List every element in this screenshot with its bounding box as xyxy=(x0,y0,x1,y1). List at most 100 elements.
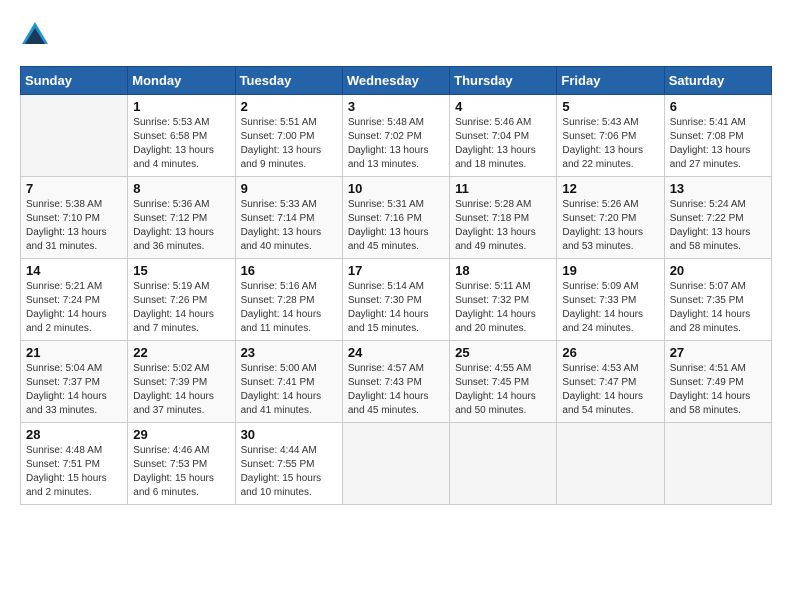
calendar-week-row: 14Sunrise: 5:21 AM Sunset: 7:24 PM Dayli… xyxy=(21,259,772,341)
day-number: 11 xyxy=(455,181,551,196)
day-number: 25 xyxy=(455,345,551,360)
calendar-week-row: 28Sunrise: 4:48 AM Sunset: 7:51 PM Dayli… xyxy=(21,423,772,505)
calendar-cell: 18 Sunrise: 5:11 AM Sunset: 7:32 PM Dayli… xyxy=(450,259,557,341)
calendar-cell xyxy=(21,95,128,177)
calendar-table: SundayMondayTuesdayWednesdayThursdayFrid… xyxy=(20,66,772,505)
day-info: Sunrise: 5:41 AM Sunset: 7:08 PM Dayligh… xyxy=(670,116,766,172)
logo xyxy=(20,20,54,50)
calendar-cell: 24 Sunrise: 4:57 AM Sunset: 7:43 PM Dayli… xyxy=(342,341,449,423)
day-info: Sunrise: 4:46 AM Sunset: 7:53 PM Dayligh… xyxy=(133,444,229,500)
day-number: 21 xyxy=(26,345,122,360)
calendar-cell: 3 Sunrise: 5:48 AM Sunset: 7:02 PM Daylig… xyxy=(342,95,449,177)
day-number: 19 xyxy=(562,263,658,278)
day-info: Sunrise: 4:55 AM Sunset: 7:45 PM Dayligh… xyxy=(455,362,551,418)
day-info: Sunrise: 4:53 AM Sunset: 7:47 PM Dayligh… xyxy=(562,362,658,418)
calendar-cell: 1 Sunrise: 5:53 AM Sunset: 6:58 PM Daylig… xyxy=(128,95,235,177)
calendar-cell: 16Sunrise: 5:16 AM Sunset: 7:28 PM Dayli… xyxy=(235,259,342,341)
calendar-cell: 20 Sunrise: 5:07 AM Sunset: 7:35 PM Dayli… xyxy=(664,259,771,341)
day-number: 8 xyxy=(133,181,229,196)
calendar-cell: 13 Sunrise: 5:24 AM Sunset: 7:22 PM Dayli… xyxy=(664,177,771,259)
day-info: Sunrise: 5:48 AM Sunset: 7:02 PM Dayligh… xyxy=(348,116,444,172)
day-info: Sunrise: 4:51 AM Sunset: 7:49 PM Dayligh… xyxy=(670,362,766,418)
day-info: Sunrise: 5:04 AM Sunset: 7:37 PM Dayligh… xyxy=(26,362,122,418)
day-number: 3 xyxy=(348,99,444,114)
calendar-cell: 28Sunrise: 4:48 AM Sunset: 7:51 PM Dayli… xyxy=(21,423,128,505)
calendar-cell: 21 Sunrise: 5:04 AM Sunset: 7:37 PM Dayli… xyxy=(21,341,128,423)
day-number: 2 xyxy=(241,99,337,114)
day-number: 12 xyxy=(562,181,658,196)
day-info: Sunrise: 5:43 AM Sunset: 7:06 PM Dayligh… xyxy=(562,116,658,172)
day-info: Sunrise: 5:28 AM Sunset: 7:18 PM Dayligh… xyxy=(455,198,551,254)
calendar-cell: 17 Sunrise: 5:14 AM Sunset: 7:30 PM Dayli… xyxy=(342,259,449,341)
day-number: 29 xyxy=(133,427,229,442)
day-number: 13 xyxy=(670,181,766,196)
calendar-cell: 6 Sunrise: 5:41 AM Sunset: 7:08 PM Daylig… xyxy=(664,95,771,177)
calendar-week-row: 21 Sunrise: 5:04 AM Sunset: 7:37 PM Dayli… xyxy=(21,341,772,423)
day-info: Sunrise: 5:14 AM Sunset: 7:30 PM Dayligh… xyxy=(348,280,444,336)
day-info: Sunrise: 5:31 AM Sunset: 7:16 PM Dayligh… xyxy=(348,198,444,254)
day-number: 6 xyxy=(670,99,766,114)
calendar-cell xyxy=(664,423,771,505)
calendar-cell: 9 Sunrise: 5:33 AM Sunset: 7:14 PM Daylig… xyxy=(235,177,342,259)
day-number: 26 xyxy=(562,345,658,360)
calendar-cell: 10 Sunrise: 5:31 AM Sunset: 7:16 PM Dayli… xyxy=(342,177,449,259)
calendar-cell: 8 Sunrise: 5:36 AM Sunset: 7:12 PM Daylig… xyxy=(128,177,235,259)
day-number: 9 xyxy=(241,181,337,196)
day-info: Sunrise: 5:09 AM Sunset: 7:33 PM Dayligh… xyxy=(562,280,658,336)
header-cell-tuesday: Tuesday xyxy=(235,67,342,95)
day-number: 1 xyxy=(133,99,229,114)
day-number: 23 xyxy=(241,345,337,360)
day-number: 10 xyxy=(348,181,444,196)
day-info: Sunrise: 5:46 AM Sunset: 7:04 PM Dayligh… xyxy=(455,116,551,172)
page-header xyxy=(20,20,772,50)
day-info: Sunrise: 5:36 AM Sunset: 7:12 PM Dayligh… xyxy=(133,198,229,254)
day-number: 27 xyxy=(670,345,766,360)
day-info: Sunrise: 5:51 AM Sunset: 7:00 PM Dayligh… xyxy=(241,116,337,172)
calendar-week-row: 1 Sunrise: 5:53 AM Sunset: 6:58 PM Daylig… xyxy=(21,95,772,177)
day-number: 7 xyxy=(26,181,122,196)
calendar-cell: 11 Sunrise: 5:28 AM Sunset: 7:18 PM Dayli… xyxy=(450,177,557,259)
header-cell-saturday: Saturday xyxy=(664,67,771,95)
header-cell-monday: Monday xyxy=(128,67,235,95)
day-number: 17 xyxy=(348,263,444,278)
day-number: 22 xyxy=(133,345,229,360)
day-number: 20 xyxy=(670,263,766,278)
calendar-cell: 23 Sunrise: 5:00 AM Sunset: 7:41 PM Dayli… xyxy=(235,341,342,423)
day-number: 24 xyxy=(348,345,444,360)
calendar-cell xyxy=(450,423,557,505)
calendar-cell: 29 Sunrise: 4:46 AM Sunset: 7:53 PM Dayli… xyxy=(128,423,235,505)
calendar-cell: 2 Sunrise: 5:51 AM Sunset: 7:00 PM Daylig… xyxy=(235,95,342,177)
day-number: 5 xyxy=(562,99,658,114)
calendar-cell: 30Sunrise: 4:44 AM Sunset: 7:55 PM Dayli… xyxy=(235,423,342,505)
day-info: Sunrise: 5:24 AM Sunset: 7:22 PM Dayligh… xyxy=(670,198,766,254)
calendar-cell xyxy=(342,423,449,505)
header-cell-wednesday: Wednesday xyxy=(342,67,449,95)
calendar-cell xyxy=(557,423,664,505)
header-cell-thursday: Thursday xyxy=(450,67,557,95)
day-info: Sunrise: 4:44 AM Sunset: 7:55 PM Dayligh… xyxy=(241,444,337,500)
logo-icon xyxy=(20,20,50,50)
day-info: Sunrise: 5:00 AM Sunset: 7:41 PM Dayligh… xyxy=(241,362,337,418)
day-info: Sunrise: 5:07 AM Sunset: 7:35 PM Dayligh… xyxy=(670,280,766,336)
day-number: 4 xyxy=(455,99,551,114)
day-number: 16 xyxy=(241,263,337,278)
header-cell-friday: Friday xyxy=(557,67,664,95)
calendar-cell: 12Sunrise: 5:26 AM Sunset: 7:20 PM Dayli… xyxy=(557,177,664,259)
calendar-cell: 25 Sunrise: 4:55 AM Sunset: 7:45 PM Dayli… xyxy=(450,341,557,423)
day-info: Sunrise: 5:53 AM Sunset: 6:58 PM Dayligh… xyxy=(133,116,229,172)
day-info: Sunrise: 5:38 AM Sunset: 7:10 PM Dayligh… xyxy=(26,198,122,254)
day-info: Sunrise: 4:57 AM Sunset: 7:43 PM Dayligh… xyxy=(348,362,444,418)
day-number: 15 xyxy=(133,263,229,278)
day-number: 18 xyxy=(455,263,551,278)
calendar-cell: 15 Sunrise: 5:19 AM Sunset: 7:26 PM Dayli… xyxy=(128,259,235,341)
calendar-week-row: 7 Sunrise: 5:38 AM Sunset: 7:10 PM Daylig… xyxy=(21,177,772,259)
day-info: Sunrise: 5:11 AM Sunset: 7:32 PM Dayligh… xyxy=(455,280,551,336)
calendar-header-row: SundayMondayTuesdayWednesdayThursdayFrid… xyxy=(21,67,772,95)
day-info: Sunrise: 4:48 AM Sunset: 7:51 PM Dayligh… xyxy=(26,444,122,500)
calendar-cell: 19 Sunrise: 5:09 AM Sunset: 7:33 PM Dayli… xyxy=(557,259,664,341)
day-info: Sunrise: 5:33 AM Sunset: 7:14 PM Dayligh… xyxy=(241,198,337,254)
calendar-cell: 14Sunrise: 5:21 AM Sunset: 7:24 PM Dayli… xyxy=(21,259,128,341)
calendar-cell: 5 Sunrise: 5:43 AM Sunset: 7:06 PM Daylig… xyxy=(557,95,664,177)
calendar-cell: 27 Sunrise: 4:51 AM Sunset: 7:49 PM Dayli… xyxy=(664,341,771,423)
day-info: Sunrise: 5:19 AM Sunset: 7:26 PM Dayligh… xyxy=(133,280,229,336)
